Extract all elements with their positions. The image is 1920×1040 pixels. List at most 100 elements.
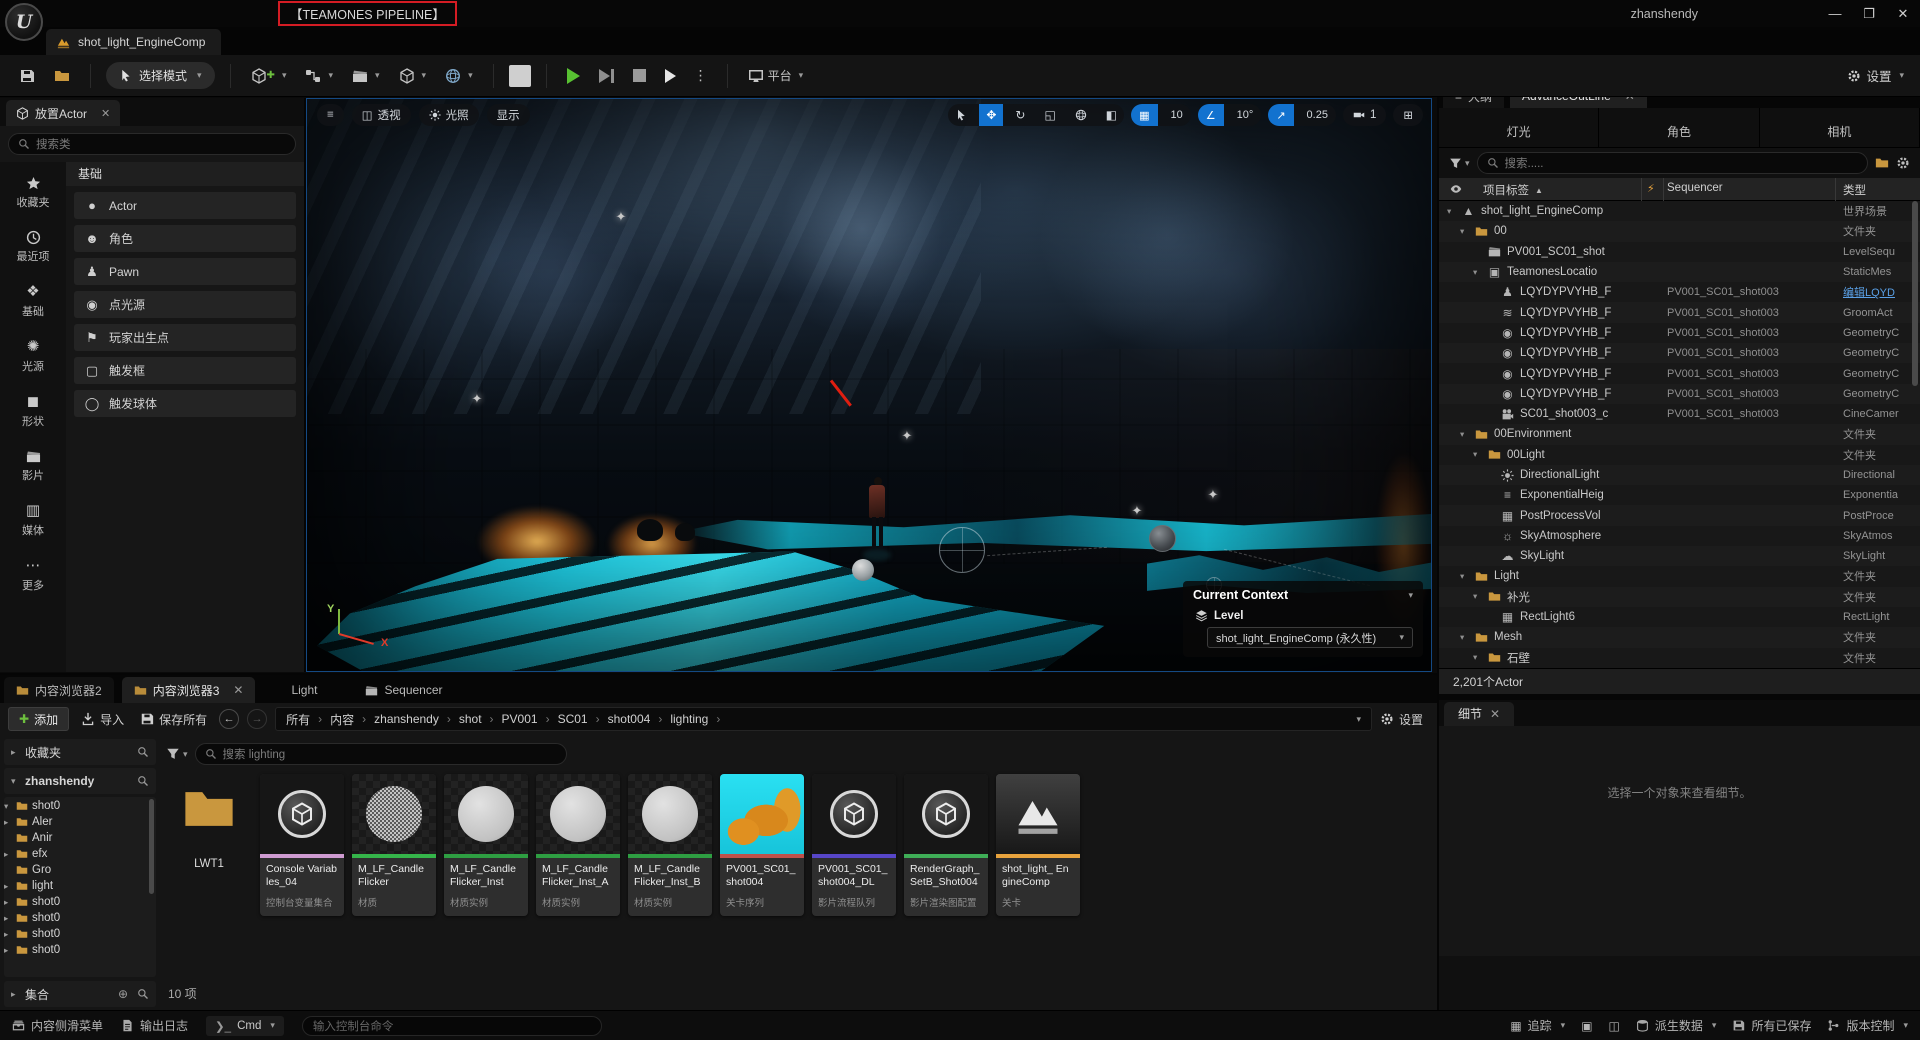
forward-button[interactable]: →: [247, 709, 267, 729]
tab-content-browser-3[interactable]: 内容浏览器3 ✕: [122, 677, 256, 703]
add-collection-icon[interactable]: ⊕: [118, 987, 128, 1001]
column-sequencer[interactable]: Sequencer: [1667, 182, 1723, 194]
place-item[interactable]: ◯ 触发球体: [74, 390, 296, 417]
breadcrumb-item[interactable]: SC01 ›: [558, 712, 600, 726]
menu-item[interactable]: [162, 0, 184, 27]
frame-skip-button[interactable]: [594, 64, 619, 88]
expander-icon[interactable]: ▾: [1460, 571, 1469, 582]
outliner-category-tab[interactable]: 角色: [1599, 108, 1759, 147]
expander-icon[interactable]: ▸: [4, 849, 12, 860]
reload-cube-button[interactable]: ▾: [394, 63, 432, 89]
save-all-button[interactable]: 保存所有: [136, 711, 211, 728]
outliner-row[interactable]: ▾ 补光 文件夹: [1439, 587, 1920, 607]
folder-tree-item[interactable]: ▸ shot0: [4, 942, 156, 958]
expander-icon[interactable]: ▸: [4, 945, 12, 956]
context-level-select[interactable]: shot_light_EngineComp (永久性) ▾: [1207, 627, 1413, 648]
content-drawer-button[interactable]: 内容侧滑菜单: [12, 1017, 103, 1034]
close-icon[interactable]: ✕: [101, 107, 110, 120]
outliner-row[interactable]: ▸ ◉ LQYDYPVYHB_F PV001_SC01_shot003 Geom…: [1439, 343, 1920, 363]
perspective-select[interactable]: ◫透视: [352, 104, 411, 126]
asset-card[interactable]: shot_light_ EngineComp 关卡: [996, 774, 1080, 916]
expander-icon[interactable]: ▾: [11, 776, 20, 787]
breadcrumb-item[interactable]: shot004 ›: [608, 712, 663, 726]
tab-details[interactable]: 细节 ✕: [1444, 702, 1514, 726]
outliner-category-tab[interactable]: 灯光: [1439, 108, 1599, 147]
new-folder-button[interactable]: [1875, 156, 1889, 170]
launch-platform-button[interactable]: ▾: [440, 63, 478, 89]
tree-scrollbar[interactable]: [149, 799, 154, 894]
expander-icon[interactable]: ▸: [4, 929, 12, 940]
viewport-menu-button[interactable]: ≡: [317, 104, 344, 126]
quick-add-button[interactable]: ✚▾: [246, 63, 292, 89]
stop-button[interactable]: [628, 64, 651, 87]
outliner-row[interactable]: ▸ SC01_shot003_c PV001_SC01_shot003 Cine…: [1439, 404, 1920, 424]
add-button[interactable]: ✚添加: [8, 707, 69, 731]
outliner-row[interactable]: ▸ ☼ SkyAtmosphere SkyAtmos: [1439, 526, 1920, 546]
outliner-filter-button[interactable]: ▾: [1449, 157, 1470, 170]
expander-icon[interactable]: ▸: [11, 747, 20, 758]
menu-item[interactable]: [206, 0, 228, 27]
outliner-row[interactable]: ▸ DirectionalLight Directional: [1439, 465, 1920, 485]
lightning-icon[interactable]: ⚡: [1647, 182, 1655, 195]
trace-button[interactable]: ▦追踪▾: [1510, 1017, 1565, 1034]
folder-tree-item[interactable]: ▸ Gro: [4, 862, 156, 878]
folder-tree-item[interactable]: ▸ shot0: [4, 926, 156, 942]
menu-item[interactable]: [96, 0, 118, 27]
scale-snap-toggle[interactable]: ↗ 0.25: [1268, 104, 1336, 126]
advance-button[interactable]: [660, 64, 681, 88]
place-category[interactable]: ❖ 基础: [3, 276, 63, 327]
snapshot-button[interactable]: ◫: [1609, 1019, 1620, 1033]
menu-item[interactable]: [140, 0, 162, 27]
close-button[interactable]: ✕: [1886, 0, 1920, 27]
expander-icon[interactable]: ▾: [1447, 206, 1456, 217]
asset-search-input[interactable]: 搜索 lighting: [195, 743, 567, 765]
output-log-button[interactable]: 输出日志: [121, 1017, 188, 1034]
asset-card[interactable]: Console Variables_04 控制台变量集合: [260, 774, 344, 916]
outliner-row[interactable]: ▸ ≡ ExponentialHeig Exponentia: [1439, 485, 1920, 505]
place-item[interactable]: ⚑ 玩家出生点: [74, 324, 296, 351]
outliner-row[interactable]: ▾ ▲ shot_light_EngineComp 世界场景: [1439, 201, 1920, 221]
outliner-row[interactable]: ▸ ♟ LQYDYPVYHB_F PV001_SC01_shot003 编辑LQ…: [1439, 282, 1920, 302]
expander-icon[interactable]: ▾: [1473, 449, 1482, 460]
outliner-row[interactable]: ▾ 00 文件夹: [1439, 221, 1920, 241]
scale-tool-button[interactable]: ◱: [1037, 104, 1062, 126]
custom-tool-button[interactable]: [509, 65, 531, 87]
folder-tree-item[interactable]: ▸ Anir: [4, 830, 156, 846]
eye-icon[interactable]: [1450, 183, 1462, 195]
asset-card[interactable]: M_LF_Candle Flicker 材质: [352, 774, 436, 916]
outliner-row[interactable]: ▸ ◉ LQYDYPVYHB_F PV001_SC01_shot003 Geom…: [1439, 363, 1920, 383]
viewport[interactable]: ✦✦✦✦✦ Y X Current Context ▾ Level shot_l…: [306, 98, 1432, 672]
folder-tree-item[interactable]: ▸ shot0: [4, 910, 156, 926]
world-local-toggle[interactable]: [1068, 104, 1094, 126]
outliner-row[interactable]: ▸ PV001_SC01_shot LevelSequ: [1439, 242, 1920, 262]
menu-item[interactable]: [52, 0, 74, 27]
place-category[interactable]: ◼ 形状: [3, 386, 63, 437]
close-icon[interactable]: ✕: [233, 683, 243, 697]
breadcrumb-item[interactable]: 所有 ›: [286, 711, 322, 728]
restore-button[interactable]: ❐: [1852, 0, 1886, 27]
place-item[interactable]: ☻ 角色: [74, 225, 296, 252]
menu-item[interactable]: [118, 0, 140, 27]
outliner-settings-button[interactable]: [1896, 156, 1910, 170]
move-tool-button[interactable]: ✥: [979, 104, 1003, 126]
rotation-snap-value[interactable]: 10°: [1229, 104, 1262, 126]
breadcrumb-item[interactable]: 内容 ›: [330, 711, 366, 728]
source-control-button[interactable]: 版本控制▾: [1827, 1017, 1908, 1034]
all-saved-button[interactable]: 所有已保存: [1732, 1017, 1811, 1034]
expander-icon[interactable]: ▾: [4, 801, 12, 812]
unreal-engine-logo[interactable]: U: [5, 3, 43, 41]
outliner-scrollbar[interactable]: [1912, 201, 1918, 386]
outliner-row[interactable]: ▾ Mesh 文件夹: [1439, 627, 1920, 647]
menu-item[interactable]: [228, 0, 250, 27]
folder-tree-item[interactable]: ▸ light: [4, 878, 156, 894]
maximize-viewport-button[interactable]: ⊞: [1393, 104, 1423, 126]
expander-icon[interactable]: ▾: [1473, 591, 1482, 602]
save-button[interactable]: [14, 63, 40, 89]
back-button[interactable]: ←: [219, 709, 239, 729]
place-search-input[interactable]: 搜索类: [8, 133, 296, 155]
expander-icon[interactable]: ▾: [1460, 632, 1469, 643]
outliner-category-tab[interactable]: 相机: [1760, 108, 1920, 147]
folder-tree-item[interactable]: ▸ shot0: [4, 894, 156, 910]
outliner-row[interactable]: ▸ ◉ LQYDYPVYHB_F PV001_SC01_shot003 Geom…: [1439, 323, 1920, 343]
outliner-row[interactable]: ▾ 00Light 文件夹: [1439, 445, 1920, 465]
